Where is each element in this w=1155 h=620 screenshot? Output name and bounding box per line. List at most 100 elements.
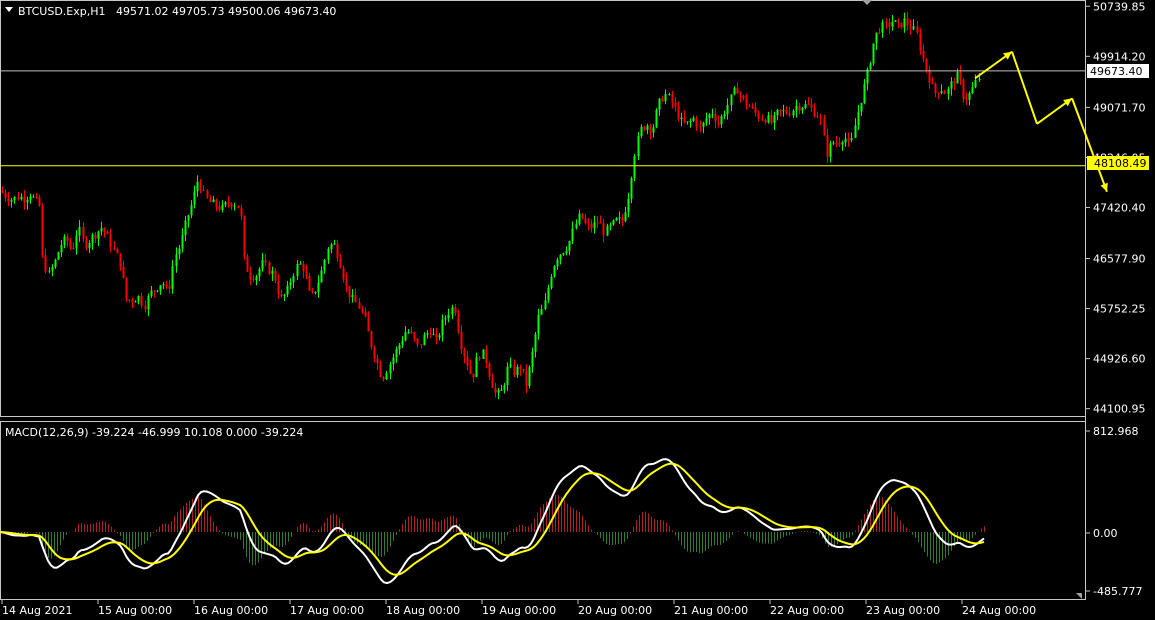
arrow-segment[interactable]	[1011, 51, 1038, 125]
candle-body	[894, 20, 897, 22]
candle-body	[844, 138, 847, 143]
candle-body	[454, 307, 457, 314]
price-panel[interactable]	[0, 0, 1086, 417]
candle-body	[109, 233, 112, 248]
candle-body	[717, 121, 720, 125]
candle-body	[686, 121, 689, 123]
candle-body	[550, 276, 553, 288]
candle-body	[385, 373, 388, 380]
candle-body	[413, 332, 416, 339]
candle-body	[243, 215, 246, 257]
scroll-marker-bottom[interactable]	[1076, 593, 1082, 599]
candle-body	[190, 204, 193, 216]
candle-body	[903, 18, 906, 28]
candle-body	[202, 190, 205, 192]
candle-body	[255, 276, 258, 280]
candle-body	[75, 235, 78, 249]
candle-body	[271, 270, 274, 274]
macd-label: MACD(12,26,9) -39.224 -46.999 10.108 0.0…	[5, 426, 303, 439]
support-price-label: 48108.49	[1094, 157, 1147, 170]
candle-body	[872, 43, 875, 64]
candle-body	[404, 332, 407, 341]
candle-body	[268, 262, 271, 274]
triangle-down-icon[interactable]	[5, 7, 13, 12]
candle-body	[792, 110, 795, 116]
candle-body	[447, 314, 450, 319]
candle-body	[122, 266, 125, 278]
candle-body	[472, 373, 475, 378]
candle-body	[41, 205, 44, 256]
candle-body	[699, 126, 702, 128]
candle-body	[100, 228, 103, 232]
candle-body	[63, 236, 66, 246]
candle-body	[1, 190, 4, 193]
candle-body	[540, 309, 543, 315]
price-tick-label: 50739.85	[1093, 0, 1146, 13]
candle-body	[106, 231, 109, 234]
candle-body	[435, 333, 438, 338]
candle-body	[730, 94, 733, 106]
price-tick-label: 47420.40	[1093, 201, 1146, 214]
candle-body	[714, 113, 717, 122]
candle-body	[863, 83, 866, 103]
candle-body	[689, 120, 692, 122]
candle-body	[531, 351, 534, 367]
candle-body	[20, 196, 23, 200]
candle-body	[584, 218, 587, 224]
candle-body	[469, 365, 472, 374]
candle-body	[519, 366, 522, 370]
candle-body	[640, 126, 643, 137]
candle-body	[44, 255, 47, 272]
candle-body	[193, 191, 196, 205]
candle-body	[286, 285, 289, 295]
candle-body	[181, 235, 184, 249]
candle-body	[745, 98, 748, 106]
candle-body	[764, 120, 767, 123]
candle-body	[13, 196, 16, 201]
candle-body	[968, 93, 971, 100]
candlestick-series	[1, 11, 981, 400]
candle-body	[367, 316, 370, 332]
candle-body	[144, 305, 147, 310]
time-tick-label: 19 Aug 00:00	[482, 604, 556, 617]
candle-body	[556, 259, 559, 267]
arrowhead-icon	[1003, 51, 1012, 60]
candle-body	[568, 241, 571, 251]
candle-body	[264, 259, 267, 263]
candle-body	[370, 331, 373, 348]
candle-body	[643, 126, 646, 130]
candle-body	[767, 115, 770, 123]
candle-body	[943, 91, 946, 94]
arrowhead-icon	[1063, 98, 1072, 107]
candle-body	[401, 340, 404, 345]
horizontal-levels[interactable]	[0, 70, 1085, 167]
candle-body	[798, 105, 801, 111]
candle-body	[909, 25, 912, 30]
macd-axis: 812.968 0.00 -485.777	[1085, 425, 1142, 598]
candle-body	[655, 109, 658, 128]
candle-body	[283, 294, 286, 296]
price-tick-label: 49071.70	[1093, 101, 1146, 114]
candle-body	[54, 259, 57, 268]
candle-body	[488, 363, 491, 377]
candle-body	[17, 196, 20, 200]
candle-body	[125, 277, 128, 300]
candle-body	[317, 282, 320, 292]
candle-body	[230, 203, 233, 207]
symbol-timeframe: BTCUSD.Exp,H1	[18, 5, 106, 18]
candle-body	[302, 263, 305, 272]
candle-body	[823, 117, 826, 136]
trading-chart[interactable]: BTCUSD.Exp,H1 49571.02 49705.73 49500.06…	[0, 0, 1155, 620]
candle-body	[528, 366, 531, 386]
scroll-marker-top[interactable]	[862, 0, 872, 5]
current-price-label: 49673.40	[1090, 65, 1143, 78]
candle-body	[683, 117, 686, 123]
candle-body	[497, 390, 500, 393]
candle-body	[801, 108, 804, 111]
candle-body	[237, 205, 240, 208]
time-tick-label: 24 Aug 00:00	[962, 604, 1036, 617]
price-tick-label: 45752.25	[1093, 303, 1146, 316]
candle-body	[708, 114, 711, 119]
candle-body	[224, 202, 227, 205]
candle-body	[593, 222, 596, 229]
